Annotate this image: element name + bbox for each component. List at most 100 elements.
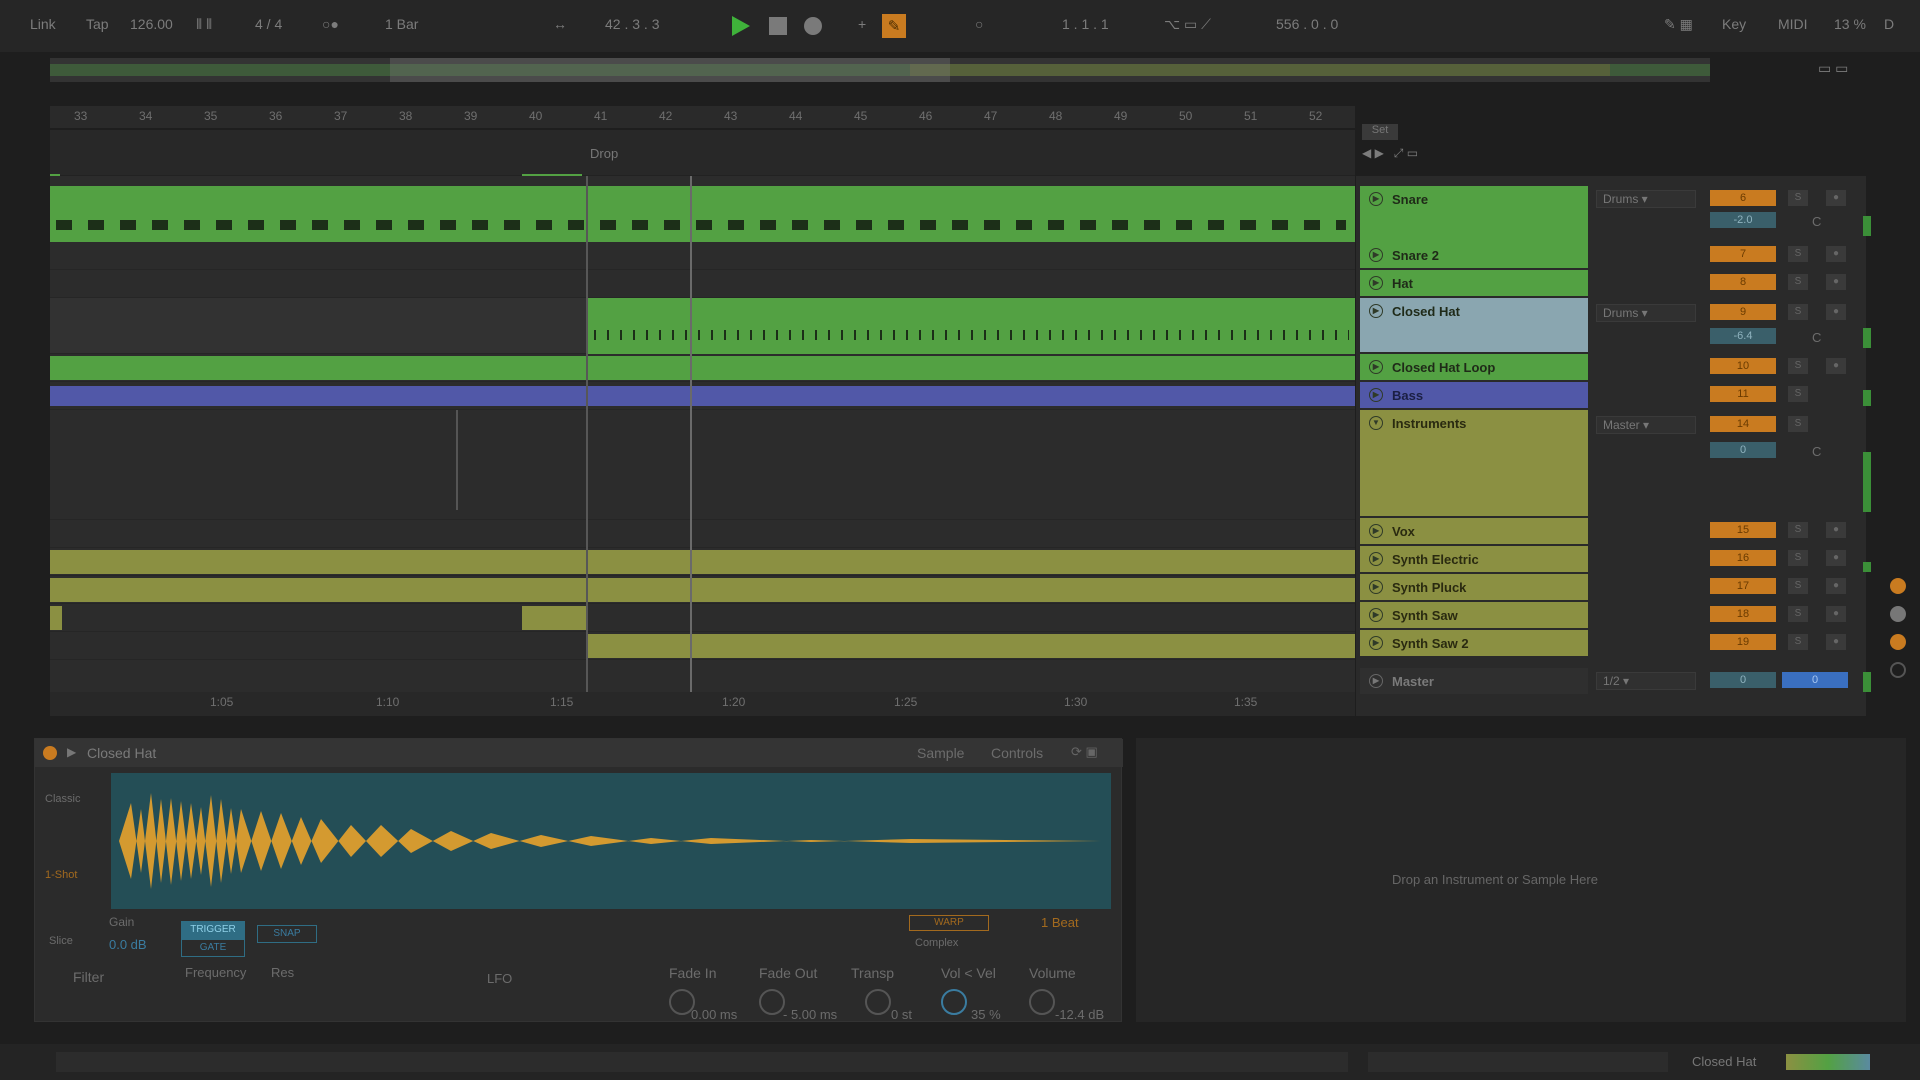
solo-button[interactable]: S: [1788, 634, 1808, 650]
tab-controls[interactable]: Controls: [991, 745, 1043, 761]
arm-button[interactable]: ●: [1826, 578, 1846, 594]
lane-synth-electric[interactable]: [50, 548, 1355, 576]
track-synth-pluck[interactable]: ▶ Synth Pluck: [1360, 574, 1588, 600]
mixer-toggle-icon[interactable]: [1890, 662, 1906, 678]
lane-hat[interactable]: [50, 270, 1355, 298]
trigger-button[interactable]: TRIGGER: [181, 921, 245, 939]
tap-button[interactable]: Tap: [86, 16, 109, 32]
arrangement-overview[interactable]: [50, 58, 1710, 82]
solo-button[interactable]: S: [1788, 304, 1808, 320]
quantize-select[interactable]: 1 Bar: [385, 16, 418, 32]
link-button[interactable]: Link: [30, 16, 56, 32]
lane-snare-2[interactable]: [50, 242, 1355, 270]
song-position[interactable]: 42 . 3 . 3: [605, 16, 659, 32]
arm-button[interactable]: ●: [1826, 358, 1846, 374]
clip-synth-saw-b[interactable]: [522, 606, 588, 630]
lane-closed-hat[interactable]: [50, 298, 1355, 354]
track-snare-2[interactable]: ▶ Snare 2: [1360, 242, 1588, 268]
lane-bass[interactable]: [50, 382, 1355, 410]
volume-knob[interactable]: [1029, 989, 1055, 1015]
clip-synth-electric[interactable]: [50, 550, 1355, 574]
track-activator[interactable]: 8: [1710, 274, 1776, 290]
solo-button[interactable]: S: [1788, 358, 1808, 374]
track-activator[interactable]: 16: [1710, 550, 1776, 566]
midi-map-button[interactable]: MIDI: [1778, 16, 1808, 32]
tab-sample[interactable]: Sample: [917, 745, 964, 761]
overview-window[interactable]: [390, 58, 950, 82]
snap-button[interactable]: SNAP: [257, 925, 317, 943]
solo-button[interactable]: S: [1788, 190, 1808, 206]
lfo-toggle[interactable]: LFO: [487, 971, 512, 986]
gate-button[interactable]: GATE: [181, 939, 245, 957]
arrangement-view[interactable]: [50, 176, 1355, 692]
track-activator[interactable]: 7: [1710, 246, 1776, 262]
volume-field[interactable]: -6.4: [1710, 328, 1776, 344]
track-master[interactable]: ▶ Master: [1360, 668, 1588, 694]
solo-button[interactable]: S: [1788, 522, 1808, 538]
lane-master[interactable]: [50, 666, 1355, 692]
mode-oneshot[interactable]: 1-Shot: [45, 869, 77, 881]
clip-synth-pluck[interactable]: [50, 578, 1355, 602]
play-icon[interactable]: ▶: [1369, 388, 1383, 402]
arm-button[interactable]: ●: [1826, 606, 1846, 622]
nudge-icon[interactable]: ⦀ ⦀: [196, 16, 212, 33]
solo-button[interactable]: S: [1788, 386, 1808, 402]
track-synth-electric[interactable]: ▶ Synth Electric: [1360, 546, 1588, 572]
draw-mode-icon[interactable]: ✎ ▦: [1664, 16, 1693, 33]
output-select-instruments[interactable]: Master ▾: [1596, 416, 1696, 434]
clip-synth-saw-2[interactable]: [588, 634, 1355, 658]
io-toggle-icon[interactable]: [1890, 606, 1906, 622]
play-icon[interactable]: ▶: [1369, 524, 1383, 538]
time-ruler[interactable]: 1:05 1:10 1:15 1:20 1:25 1:30 1:35: [50, 692, 1355, 716]
clip-snare[interactable]: [50, 186, 1355, 242]
lane-synth-saw-2[interactable]: [50, 632, 1355, 660]
device-drop-zone[interactable]: Drop an Instrument or Sample Here: [1136, 738, 1906, 1022]
track-activator[interactable]: 10: [1710, 358, 1776, 374]
cue-out-select[interactable]: 1/2 ▾: [1596, 672, 1696, 690]
solo-button[interactable]: S: [1788, 246, 1808, 262]
volume-field[interactable]: 0: [1710, 442, 1776, 458]
punch-icon[interactable]: ⌥ ▭ ⟋: [1164, 16, 1211, 33]
sends-toggle-icon[interactable]: [1890, 634, 1906, 650]
arm-button[interactable]: ●: [1826, 522, 1846, 538]
arm-button[interactable]: ●: [1826, 274, 1846, 290]
track-activator[interactable]: 17: [1710, 578, 1776, 594]
track-activator[interactable]: 19: [1710, 634, 1776, 650]
zoom-icon[interactable]: ▭ ▭: [1818, 60, 1848, 77]
track-activator[interactable]: 9: [1710, 304, 1776, 320]
track-activator[interactable]: 11: [1710, 386, 1776, 402]
fade-out-knob[interactable]: [759, 989, 785, 1015]
loop-length[interactable]: 556 . 0 . 0: [1276, 16, 1338, 32]
play-button[interactable]: [730, 14, 752, 38]
arm-button[interactable]: ●: [1826, 190, 1846, 206]
clip-synth-saw-a[interactable]: [50, 606, 62, 630]
locator-lane[interactable]: Drop: [50, 130, 1355, 178]
beat-ruler[interactable]: 33 34 35 36 37 38 39 40 41 42 43 44 45 4…: [50, 106, 1355, 128]
play-icon[interactable]: ▶: [1369, 580, 1383, 594]
mode-classic[interactable]: Classic: [45, 793, 80, 805]
pan-value[interactable]: C: [1812, 214, 1821, 229]
play-icon[interactable]: ▶: [1369, 360, 1383, 374]
overview-icon[interactable]: [1890, 578, 1906, 594]
fold-icon[interactable]: ▼: [1369, 416, 1383, 430]
locator-nav-icons[interactable]: ◀ ▶ ⤢ ▭: [1362, 146, 1418, 161]
time-signature[interactable]: 4 / 4: [255, 16, 282, 32]
volume-field[interactable]: -2.0: [1710, 212, 1776, 228]
solo-button[interactable]: S: [1788, 550, 1808, 566]
play-icon[interactable]: ▶: [1369, 608, 1383, 622]
track-bass[interactable]: ▶ Bass: [1360, 382, 1588, 408]
play-icon[interactable]: ▶: [1369, 276, 1383, 290]
loop-icon[interactable]: ○: [975, 16, 983, 32]
play-icon[interactable]: ▶: [1369, 552, 1383, 566]
lane-vox[interactable]: [50, 520, 1355, 548]
record-button[interactable]: [802, 14, 824, 38]
gain-value[interactable]: 0.0 dB: [109, 937, 147, 952]
output-select-closed-hat[interactable]: Drums ▾: [1596, 304, 1696, 322]
warp-button[interactable]: WARP: [909, 915, 989, 931]
transp-knob[interactable]: [865, 989, 891, 1015]
track-synth-saw-2[interactable]: ▶ Synth Saw 2: [1360, 630, 1588, 656]
track-activator[interactable]: 18: [1710, 606, 1776, 622]
play-icon[interactable]: ▶: [1369, 192, 1383, 206]
lane-closed-hat-loop[interactable]: [50, 354, 1355, 382]
lane-instruments[interactable]: [50, 410, 1355, 520]
